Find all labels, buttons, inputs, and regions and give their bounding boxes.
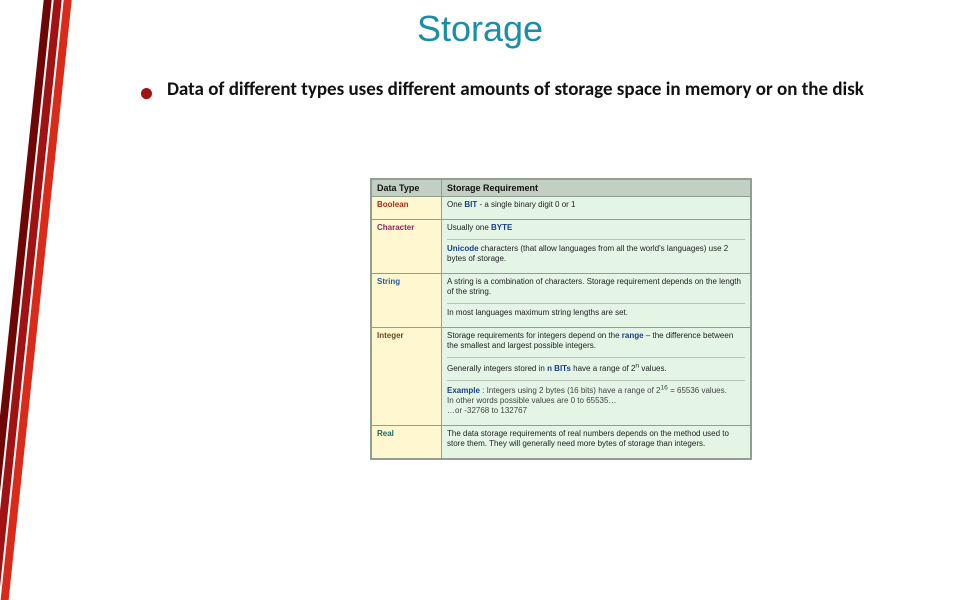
table-row: IntegerStorage requirements for integers… [372, 328, 751, 426]
cell-desc: Storage requirements for integers depend… [442, 328, 751, 426]
cell-desc: The data storage requirements of real nu… [442, 426, 751, 459]
bullet-text: Data of different types uses different a… [167, 78, 864, 102]
cell-type: Boolean [372, 197, 442, 220]
slide-title: Storage [0, 8, 960, 50]
cell-desc: A string is a combination of characters.… [442, 274, 751, 328]
bullet-row: • Data of different types uses different… [140, 78, 900, 102]
table-row: BooleanOne BIT - a single binary digit 0… [372, 197, 751, 220]
col-header-req: Storage Requirement [442, 180, 751, 197]
bullet-dot-icon: • [140, 82, 153, 102]
decor-side-stripes [0, 0, 80, 540]
storage-table: Data Type Storage Requirement BooleanOne… [370, 178, 752, 460]
col-header-type: Data Type [372, 180, 442, 197]
table-row: CharacterUsually one BYTEUnicode charact… [372, 220, 751, 274]
cell-desc: One BIT - a single binary digit 0 or 1 [442, 197, 751, 220]
cell-type: Integer [372, 328, 442, 426]
table-row: RealThe data storage requirements of rea… [372, 426, 751, 459]
cell-type: Real [372, 426, 442, 459]
table-header-row: Data Type Storage Requirement [372, 180, 751, 197]
table-row: StringA string is a combination of chara… [372, 274, 751, 328]
cell-type: String [372, 274, 442, 328]
cell-type: Character [372, 220, 442, 274]
cell-desc: Usually one BYTEUnicode characters (that… [442, 220, 751, 274]
storage-table-inner: Data Type Storage Requirement BooleanOne… [371, 179, 751, 459]
